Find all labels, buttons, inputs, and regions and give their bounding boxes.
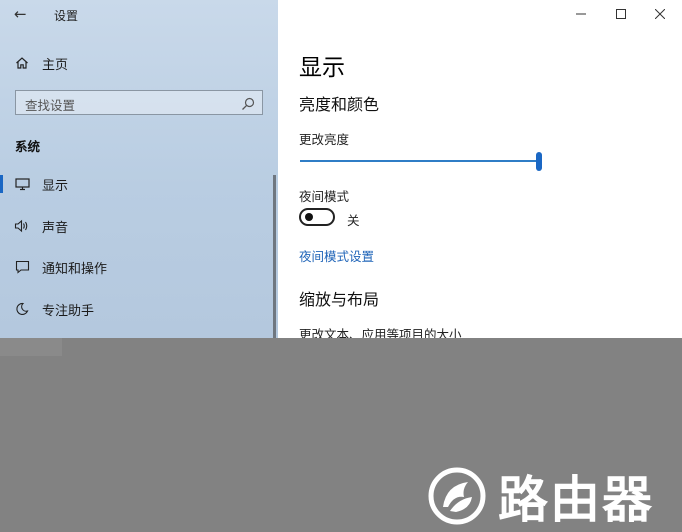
brightness-slider[interactable] <box>300 160 538 162</box>
sidebar-item-focus-assist[interactable]: 专注助手 <box>14 298 264 320</box>
titlebar-left: ← 设置 <box>0 0 278 30</box>
watermark: 路由器 <box>428 460 654 532</box>
minimize-icon <box>576 13 586 15</box>
app-title: 设置 <box>54 9 79 23</box>
night-mode-settings-link[interactable]: 夜间模式设置 <box>299 246 374 265</box>
watermark-text: 路由器 <box>498 471 654 529</box>
sidebar-item-notifications[interactable]: 通知和操作 <box>14 256 264 278</box>
close-icon <box>655 9 665 19</box>
brightness-slider-thumb[interactable] <box>536 152 542 171</box>
maximize-button[interactable] <box>612 6 630 22</box>
sidebar-item-label: 显示 <box>42 178 69 194</box>
sidebar: ← 设置 主页 查找设置 系统 显示 声音 通知和操作 专注助手 <box>0 0 278 338</box>
search-input[interactable]: 查找设置 <box>15 90 263 115</box>
sidebar-item-label: 通知和操作 <box>42 261 108 277</box>
settings-window: ← 设置 主页 查找设置 系统 显示 声音 通知和操作 专注助手 显示 亮度和颜… <box>0 0 682 338</box>
scale-description: 更改文本、应用等项目的大小 <box>299 327 462 338</box>
search-placeholder: 查找设置 <box>25 98 76 113</box>
minimize-button[interactable] <box>572 6 590 22</box>
sidebar-item-display[interactable]: 显示 <box>0 173 264 195</box>
night-mode-label: 夜间模式 <box>299 189 350 204</box>
main-content: 显示 亮度和颜色 更改亮度 夜间模式 关 夜间模式设置 缩放与布局 更改文本、应… <box>278 0 682 338</box>
maximize-icon <box>616 9 626 19</box>
close-button[interactable] <box>651 6 669 22</box>
notification-icon <box>14 259 30 275</box>
night-mode-toggle[interactable] <box>299 208 335 226</box>
monitor-icon <box>14 176 30 192</box>
sidebar-item-home[interactable]: 主页 <box>14 53 264 73</box>
brightness-label: 更改亮度 <box>299 132 350 147</box>
speaker-icon <box>14 218 30 234</box>
scale-section-heading: 缩放与布局 <box>299 290 380 309</box>
gray-overlay-notch <box>0 338 62 356</box>
page-title: 显示 <box>299 55 345 81</box>
sidebar-item-label: 主页 <box>42 57 69 73</box>
night-mode-state: 关 <box>347 213 360 228</box>
sidebar-item-sound[interactable]: 声音 <box>14 215 264 237</box>
section-label: 系统 <box>15 139 41 154</box>
toggle-knob <box>305 213 313 221</box>
router-logo-icon <box>428 467 486 525</box>
search-icon[interactable] <box>241 96 255 110</box>
moon-icon <box>14 301 30 317</box>
back-button[interactable]: ← <box>14 5 32 23</box>
brightness-section-heading: 亮度和颜色 <box>299 95 380 114</box>
sidebar-scrollbar[interactable] <box>273 175 276 338</box>
sidebar-item-label: 专注助手 <box>42 303 95 319</box>
sidebar-item-label: 声音 <box>42 220 69 236</box>
home-icon <box>14 55 30 71</box>
